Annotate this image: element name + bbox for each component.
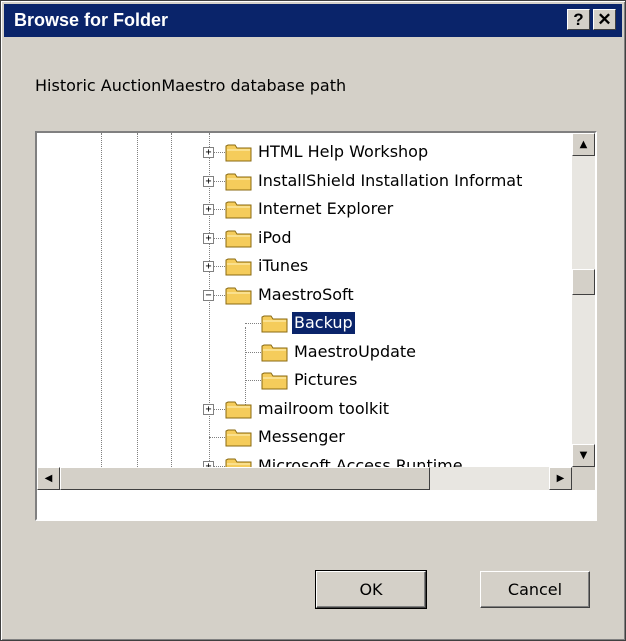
expand-icon[interactable]: +	[203, 403, 214, 415]
tree-item[interactable]: MaestroUpdate	[37, 339, 572, 367]
folder-icon	[225, 287, 252, 304]
expand-icon[interactable]: +	[203, 232, 214, 244]
tree-item[interactable]: + iTunes	[37, 253, 572, 281]
folder-icon	[261, 344, 288, 361]
folder-icon	[225, 201, 252, 219]
folder-icon	[225, 401, 252, 418]
tree-item-label: MaestroUpdate	[294, 341, 417, 361]
tree-item[interactable]: + mailroom toolkit	[37, 396, 572, 424]
tree-item[interactable]: + HTML Help Workshop	[37, 139, 572, 167]
tree-item-label: Internet Explorer	[258, 199, 394, 218]
vertical-scrollbar[interactable]: ▲ ▼	[572, 133, 595, 467]
folder-icon	[225, 173, 252, 190]
tree-item-label: Messenger	[258, 427, 345, 446]
tree-item-label: Microsoft Access Runtime	[258, 455, 463, 468]
scrollbar-corner	[572, 467, 595, 490]
tree-item-label: Backup	[291, 311, 356, 335]
ok-button[interactable]: OK	[315, 570, 427, 609]
vertical-scroll-thumb[interactable]	[572, 269, 595, 295]
tree-item-label: Pictures	[294, 370, 358, 389]
close-button[interactable]: ✕	[593, 9, 616, 30]
tree-item[interactable]: Pictures	[37, 367, 572, 395]
folder-icon	[225, 230, 252, 247]
expand-icon[interactable]: +	[203, 261, 214, 272]
folder-icon	[225, 258, 252, 276]
tree-item-label: InstallShield Installation Informat	[258, 170, 523, 190]
expand-icon[interactable]: +	[203, 175, 214, 187]
tree-item-label: mailroom toolkit	[258, 398, 390, 418]
tree-item[interactable]: + InstallShield Installation Informat	[37, 168, 572, 196]
folder-icon	[225, 429, 252, 447]
open-folder-icon	[261, 315, 288, 333]
tree-item-label: iPod	[258, 227, 292, 247]
tree-item[interactable]: + Microsoft Access Runtime	[37, 453, 572, 468]
scroll-left-button[interactable]: ◀	[37, 467, 60, 490]
tree-item-label: MaestroSoft	[258, 284, 354, 304]
scroll-up-button[interactable]: ▲	[572, 133, 595, 156]
help-button[interactable]: ?	[567, 9, 590, 30]
scroll-right-button[interactable]: ▶	[549, 467, 572, 490]
horizontal-scroll-thumb[interactable]	[60, 467, 430, 490]
tree-item[interactable]: Messenger	[37, 424, 572, 452]
browse-for-folder-dialog: Browse for Folder ? ✕ Historic AuctionMa…	[0, 0, 626, 641]
expand-icon[interactable]: +	[203, 204, 214, 215]
cancel-button[interactable]: Cancel	[480, 571, 590, 608]
collapse-icon[interactable]: −	[203, 289, 214, 301]
folder-tree[interactable]: + HTML Help Workshop + InstallShield Instal…	[35, 131, 597, 521]
tree-item[interactable]: − MaestroSoft	[37, 282, 572, 310]
tree-item[interactable]: + Internet Explorer	[37, 196, 572, 224]
folder-icon	[225, 144, 252, 162]
folder-icon	[261, 372, 288, 390]
window-title: Browse for Folder	[14, 10, 169, 30]
title-bar[interactable]: Browse for Folder ? ✕	[4, 4, 622, 37]
folder-tree-viewport: + HTML Help Workshop + InstallShield Instal…	[37, 133, 572, 467]
prompt-text: Historic AuctionMaestro database path	[35, 76, 347, 95]
tree-item-label: HTML Help Workshop	[258, 142, 429, 161]
tree-item[interactable]: Backup	[37, 310, 572, 338]
scroll-down-button[interactable]: ▼	[572, 444, 595, 467]
tree-item-label: iTunes	[258, 256, 309, 275]
folder-icon	[225, 458, 252, 467]
tree-item[interactable]: + iPod	[37, 225, 572, 253]
expand-icon[interactable]: +	[203, 147, 214, 158]
horizontal-scrollbar[interactable]: ◀ ▶	[37, 467, 572, 490]
